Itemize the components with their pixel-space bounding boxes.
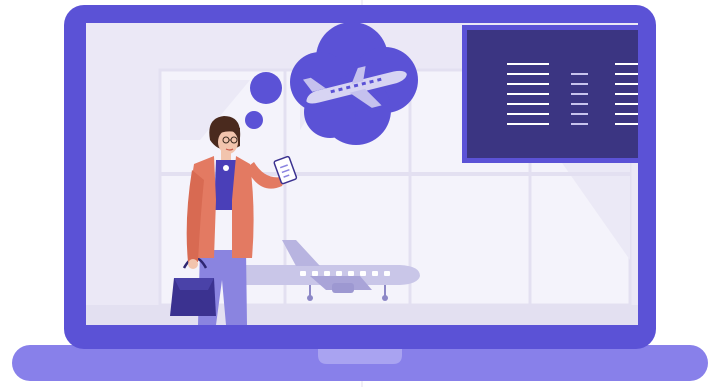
laptop-airport-illustration bbox=[12, 0, 708, 387]
floor bbox=[86, 305, 638, 325]
departure-board-icon bbox=[462, 25, 638, 163]
laptop-base bbox=[12, 345, 708, 381]
